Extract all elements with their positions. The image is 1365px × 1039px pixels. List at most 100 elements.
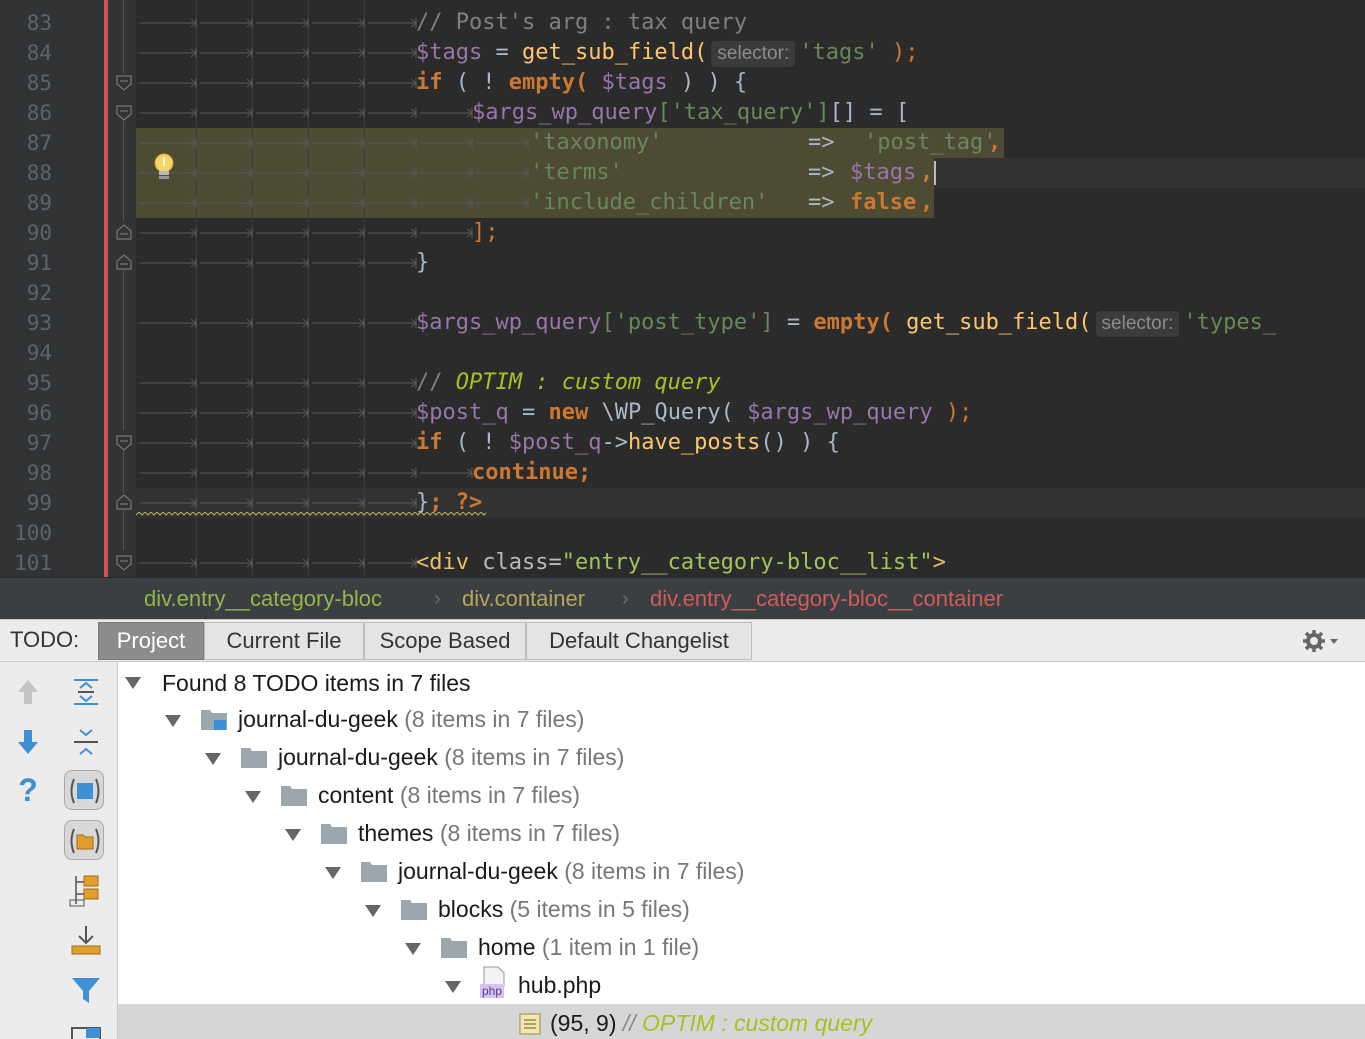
tab-default-changelist[interactable]: Default Changelist	[526, 622, 752, 660]
fold-guide	[123, 0, 124, 74]
code-line-98[interactable]: continue;	[472, 458, 591, 488]
punctuation: ,	[920, 190, 934, 215]
fold-open-icon[interactable]	[116, 555, 132, 571]
code-line-84[interactable]: $tags = get_sub_field(selector:'tags' );	[416, 38, 918, 68]
folder-icon	[321, 824, 347, 844]
comment: //	[416, 370, 456, 395]
todo-item-comment: //	[622, 1010, 643, 1036]
code-editor[interactable]: 83 84 85 86 87 88 89 90 91 92 93 94 95 9…	[0, 0, 1365, 577]
help-icon[interactable]: ?	[8, 770, 48, 810]
chevron-down-icon[interactable]	[404, 942, 422, 956]
keyword: if	[416, 430, 443, 455]
group-by-package-icon[interactable]	[64, 820, 104, 860]
folder-icon	[401, 900, 427, 920]
code-line-93[interactable]: $args_wp_query['post_type'] = empty( get…	[416, 308, 1276, 338]
code-line-83[interactable]: // Post's arg : tax query	[416, 8, 747, 38]
breadcrumb-item[interactable]: div.entry__category-bloc__container	[650, 578, 1003, 620]
chevron-down-icon[interactable]	[324, 866, 342, 880]
chevron-down-icon[interactable]	[244, 790, 262, 804]
fold-close-icon[interactable]	[116, 224, 132, 240]
todo-item[interactable]: (95, 9) // OPTIM : custom query	[550, 1004, 872, 1039]
chevron-down-icon[interactable]	[284, 828, 302, 842]
tree-node[interactable]: content (8 items in 7 files)	[318, 776, 580, 814]
variable: $post_q	[416, 400, 509, 425]
tree-node[interactable]: journal-du-geek (8 items in 7 files)	[238, 700, 584, 738]
warning-squiggle	[136, 512, 486, 516]
tree-root-summary[interactable]: Found 8 TODO items in 7 files	[162, 664, 471, 702]
group-by-module-icon[interactable]	[64, 770, 104, 810]
fold-open-icon[interactable]	[116, 105, 132, 121]
line-number: 84	[26, 41, 52, 65]
fold-close-icon[interactable]	[116, 254, 132, 270]
preview-icon[interactable]	[66, 1020, 106, 1039]
line-number-gutter[interactable]: 83 84 85 86 87 88 89 90 91 92 93 94 95 9…	[0, 0, 104, 577]
tree-node[interactable]: blocks (5 items in 5 files)	[438, 890, 690, 928]
string: ['post_type']	[601, 310, 774, 335]
chevron-down-icon[interactable]	[444, 980, 462, 994]
tree-node[interactable]: home (1 item in 1 file)	[478, 928, 699, 966]
tab-current-file[interactable]: Current File	[204, 622, 364, 660]
collapse-all-icon[interactable]	[66, 722, 106, 762]
keyword: new	[548, 400, 589, 425]
chevron-down-icon[interactable]	[164, 714, 182, 728]
breadcrumb-item[interactable]: div.container	[462, 578, 585, 620]
fold-open-icon[interactable]	[116, 435, 132, 451]
tree-node-count: (8 items in 7 files)	[437, 744, 625, 770]
tree-node-count: (1 item in 1 file)	[535, 934, 700, 960]
arrow-operator: =>	[808, 130, 835, 155]
tab-project[interactable]: Project	[98, 622, 204, 660]
arrow-down-icon[interactable]	[8, 722, 48, 762]
punctuation: ,	[920, 160, 934, 185]
code-line-88[interactable]: 'terms' => $tags,	[530, 158, 936, 188]
code-line-95[interactable]: // OPTIM : custom query	[416, 368, 721, 398]
array-key: 'include_children'	[530, 190, 769, 215]
html-tag: <div	[416, 550, 469, 575]
export-icon[interactable]	[66, 920, 106, 960]
chevron-down-icon[interactable]	[364, 904, 382, 918]
code-line-91[interactable]: }	[416, 248, 429, 278]
html-tag: >	[932, 550, 946, 575]
tab-scope-based[interactable]: Scope Based	[364, 622, 526, 660]
php-badge: php	[480, 984, 505, 998]
folder-icon	[361, 862, 387, 882]
todo-tree[interactable]: Found 8 TODO items in 7 files journal-du…	[118, 662, 1365, 1039]
expand-all-icon[interactable]	[66, 672, 106, 712]
code-line-89[interactable]: 'include_children' => false,	[530, 188, 933, 218]
variable: $args_wp_query	[416, 310, 602, 335]
fold-guide	[123, 510, 124, 550]
tree-node[interactable]: themes (8 items in 7 files)	[358, 814, 620, 852]
fold-guide	[123, 270, 124, 430]
code-line-87[interactable]: 'taxonomy' => 'post_tag',	[530, 128, 1001, 158]
breadcrumb-item[interactable]: div.entry__category-bloc	[144, 578, 382, 620]
fold-open-icon[interactable]	[116, 75, 132, 91]
code-line-96[interactable]: $post_q = new \WP_Query( $args_wp_query …	[416, 398, 972, 428]
chevron-down-icon[interactable]	[204, 752, 222, 766]
lightbulb-icon[interactable]	[150, 151, 178, 183]
filter-icon[interactable]	[66, 970, 106, 1010]
flatten-packages-icon[interactable]	[66, 870, 106, 910]
parameter-hint: selector:	[711, 41, 796, 67]
tree-node[interactable]: journal-du-geek (8 items in 7 files)	[278, 738, 624, 776]
code-line-86[interactable]: $args_wp_query['tax_query'][] = [	[472, 98, 909, 128]
todo-item-text: OPTIM : custom query	[642, 1010, 873, 1036]
code-line-90[interactable]: ];	[472, 218, 499, 248]
punctuation: ];	[472, 220, 499, 245]
chevron-down-icon[interactable]	[124, 676, 142, 690]
code-line-97[interactable]: if ( ! $post_q->have_posts() ) {	[416, 428, 840, 458]
variable: $post_q	[508, 430, 602, 455]
function-call: empty(	[813, 310, 893, 335]
punctuation: );	[932, 400, 973, 425]
code-line-101[interactable]: <div class="entry__category-bloc__list">	[416, 548, 946, 577]
line-number: 98	[26, 461, 52, 485]
tree-node[interactable]: journal-du-geek (8 items in 7 files)	[398, 852, 744, 890]
gear-icon[interactable]	[1300, 626, 1344, 656]
tree-node-file[interactable]: hub.php	[518, 966, 601, 1004]
html-attribute: class=	[468, 550, 562, 575]
code-line-85[interactable]: if ( ! empty( $tags ) ) {	[416, 68, 747, 98]
arrow-up-icon[interactable]	[8, 672, 48, 712]
array-key: 'taxonomy'	[530, 130, 663, 155]
line-number: 95	[26, 371, 52, 395]
tree-node-label: journal-du-geek	[398, 858, 558, 884]
fold-guide	[123, 451, 124, 493]
fold-close-icon[interactable]	[116, 494, 132, 510]
